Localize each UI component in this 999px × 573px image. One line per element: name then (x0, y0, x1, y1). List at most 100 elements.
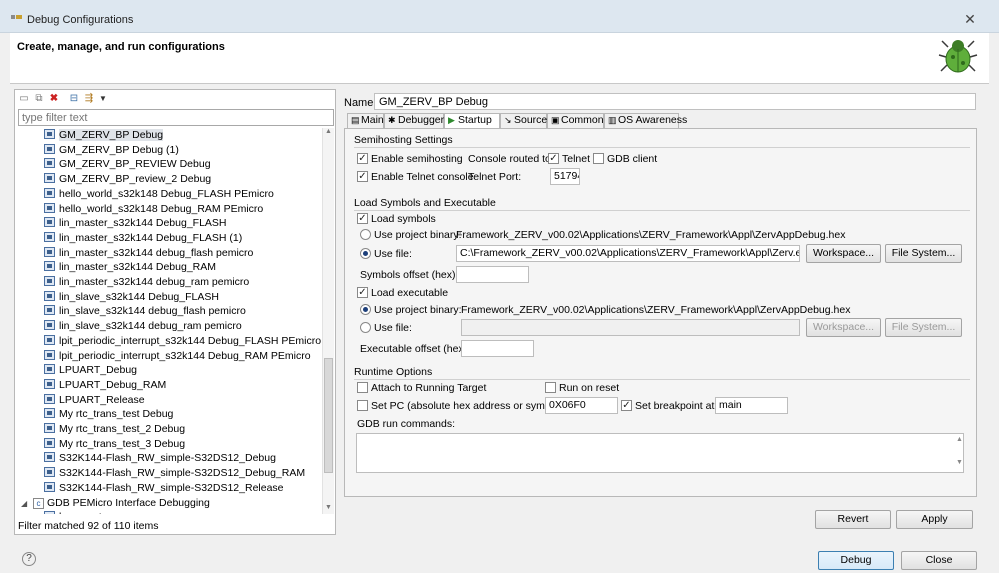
telnet-label: Telnet (562, 153, 591, 165)
set-pc-checkbox[interactable] (357, 400, 368, 411)
telnet-console-checkbox[interactable]: ✓ (357, 171, 368, 182)
config-icon (44, 231, 55, 242)
group-divider (354, 210, 970, 211)
scroll-up-icon[interactable]: ▲ (325, 128, 332, 135)
tab-debugger[interactable]: ✱ Debugger (384, 113, 444, 128)
scroll-down-icon[interactable]: ▼ (325, 504, 332, 511)
view-menu-icon[interactable]: ▼ (97, 93, 109, 105)
symbols-file-input[interactable]: C:\Framework_ZERV_v00.02\Applications\ZE… (456, 245, 800, 262)
window-title: Debug Configurations (27, 14, 134, 26)
debugger-tab-icon: ✱ (388, 115, 396, 125)
group-divider (354, 379, 970, 380)
gdb-commands-textarea[interactable]: ▲ ▼ (356, 433, 964, 473)
tree-group[interactable]: ◢ c GDB PEMicro Interface Debugging (21, 496, 210, 511)
tree-item[interactable]: hello_world_s32k148 Debug_FLASH PEmicro (44, 187, 274, 202)
tree-item[interactable]: hello_world_s32k148 Debug_RAM PEmicro (44, 202, 263, 217)
tree-item[interactable]: lpit_periodic_interrupt_s32k144 Debug_RA… (44, 349, 311, 364)
tree-item[interactable]: bmw_autosar_con (44, 510, 145, 514)
tree-item[interactable]: GM_ZERV_BP_REVIEW Debug (44, 157, 211, 172)
attach-target-checkbox[interactable] (357, 382, 368, 393)
tree-item[interactable]: LPUART_Debug (44, 363, 137, 378)
filter-input[interactable] (18, 109, 334, 126)
scrollbar-thumb[interactable] (324, 358, 333, 473)
gdb-client-label: GDB client (607, 153, 658, 165)
load-symbols-checkbox[interactable]: ✓ (357, 213, 368, 224)
tree-item[interactable]: lin_slave_s32k144 debug_flash pemicro (44, 304, 246, 319)
tree-item[interactable]: S32K144-Flash_RW_simple-S32DS12_Release (44, 481, 284, 496)
tree-scrollbar[interactable]: ▲ ▼ (322, 128, 334, 514)
tab-source[interactable]: ↘ Source (500, 113, 547, 128)
enable-semihosting-checkbox[interactable]: ✓ (357, 153, 368, 164)
config-icon (44, 349, 55, 360)
telnet-port-input[interactable]: 51794 (550, 168, 580, 185)
symbols-use-file-radio[interactable] (360, 248, 371, 259)
tree-item[interactable]: lin_slave_s32k144 debug_ram pemicro (44, 319, 242, 334)
gdb-group-icon: c (33, 497, 44, 509)
tree-item[interactable]: S32K144-Flash_RW_simple-S32DS12_Debug_RA… (44, 466, 305, 481)
tree-item[interactable]: lin_master_s32k144 debug_ram pemicro (44, 275, 249, 290)
revert-button[interactable]: Revert (815, 510, 891, 529)
tree-item[interactable]: lpit_periodic_interrupt_s32k144 Debug_FL… (44, 334, 321, 349)
config-icon (44, 393, 55, 404)
symbols-workspace-button[interactable]: Workspace... (806, 244, 881, 263)
main-tab-icon: ▤ (351, 115, 360, 125)
duplicate-icon[interactable]: ⧉ (33, 93, 45, 105)
exe-filesystem-button[interactable]: File System... (885, 318, 962, 337)
delete-icon[interactable]: ✖ (48, 93, 60, 105)
tab-os-awareness[interactable]: ▥OS Awareness (604, 113, 687, 128)
tree-item[interactable]: My rtc_trans_test Debug (44, 407, 173, 422)
attach-target-label: Attach to Running Target (371, 382, 487, 394)
tree-item[interactable]: lin_master_s32k144 Debug_FLASH (44, 216, 227, 231)
exe-use-file-radio[interactable] (360, 322, 371, 333)
help-icon[interactable]: ? (22, 552, 36, 566)
gdb-client-checkbox[interactable] (593, 153, 604, 164)
exe-file-input[interactable] (461, 319, 800, 336)
close-button[interactable]: Close (901, 551, 977, 570)
tree-item[interactable]: lin_slave_s32k144 Debug_FLASH (44, 290, 219, 305)
scroll-down-icon[interactable]: ▼ (955, 459, 964, 466)
tree-item[interactable]: My rtc_trans_test_2 Debug (44, 422, 185, 437)
tree-item[interactable]: lin_master_s32k144 Debug_RAM (44, 260, 216, 275)
config-icon (44, 173, 55, 184)
tree-item[interactable]: GM_ZERV_BP Debug (44, 128, 164, 143)
runtime-group-title: Runtime Options (354, 366, 433, 378)
tree-item[interactable]: LPUART_Debug_RAM (44, 378, 166, 393)
tree-item[interactable]: S32K144-Flash_RW_simple-S32DS12_Debug (44, 451, 276, 466)
collapse-all-icon[interactable]: ⊟ (68, 93, 80, 105)
telnet-checkbox[interactable]: ✓ (548, 153, 559, 164)
run-on-reset-checkbox[interactable] (545, 382, 556, 393)
new-config-icon[interactable]: ▭ (18, 93, 30, 105)
breakpoint-input[interactable]: main (715, 397, 788, 414)
symbols-filesystem-button[interactable]: File System... (885, 244, 962, 263)
tab-startup[interactable]: ▶ Startup (444, 113, 500, 128)
set-breakpoint-checkbox[interactable]: ✓ (621, 400, 632, 411)
close-icon[interactable]: ✕ (955, 10, 985, 28)
config-icon (44, 129, 55, 139)
filter-icon[interactable]: ⇶ (83, 93, 95, 105)
tree-item[interactable]: LPUART_Release (44, 393, 145, 408)
symbols-offset-input[interactable] (456, 266, 529, 283)
load-executable-checkbox[interactable]: ✓ (357, 287, 368, 298)
gdb-commands-label: GDB run commands: (357, 418, 456, 430)
tree-item[interactable]: GM_ZERV_BP_review_2 Debug (44, 172, 211, 187)
apply-button[interactable]: Apply (896, 510, 973, 529)
name-input[interactable]: GM_ZERV_BP Debug (374, 93, 976, 110)
config-tree: GM_ZERV_BP Debug GM_ZERV_BP Debug (1) GM… (15, 128, 321, 514)
pc-value-input[interactable]: 0X06F0 (545, 397, 618, 414)
semihosting-group-title: Semihosting Settings (354, 134, 453, 146)
tree-item[interactable]: GM_ZERV_BP Debug (1) (44, 143, 179, 158)
executable-offset-input[interactable] (461, 340, 534, 357)
tab-main[interactable]: ▤Main (347, 113, 384, 128)
tree-item[interactable]: lin_master_s32k144 debug_flash pemicro (44, 246, 253, 261)
gdb-scrollbar[interactable]: ▲ ▼ (955, 434, 964, 472)
debug-button[interactable]: Debug (818, 551, 894, 570)
collapse-arrow-icon[interactable]: ◢ (21, 497, 33, 511)
tab-common[interactable]: ▣Common (547, 113, 604, 128)
tree-item[interactable]: lin_master_s32k144 Debug_FLASH (1) (44, 231, 242, 246)
exe-workspace-button[interactable]: Workspace... (806, 318, 881, 337)
symbols-project-binary-radio[interactable] (360, 229, 371, 240)
scroll-up-icon[interactable]: ▲ (955, 436, 964, 443)
symbols-project-binary-label: Use project binary: (374, 229, 462, 241)
tree-item[interactable]: My rtc_trans_test_3 Debug (44, 437, 185, 452)
exe-project-binary-radio[interactable] (360, 304, 371, 315)
